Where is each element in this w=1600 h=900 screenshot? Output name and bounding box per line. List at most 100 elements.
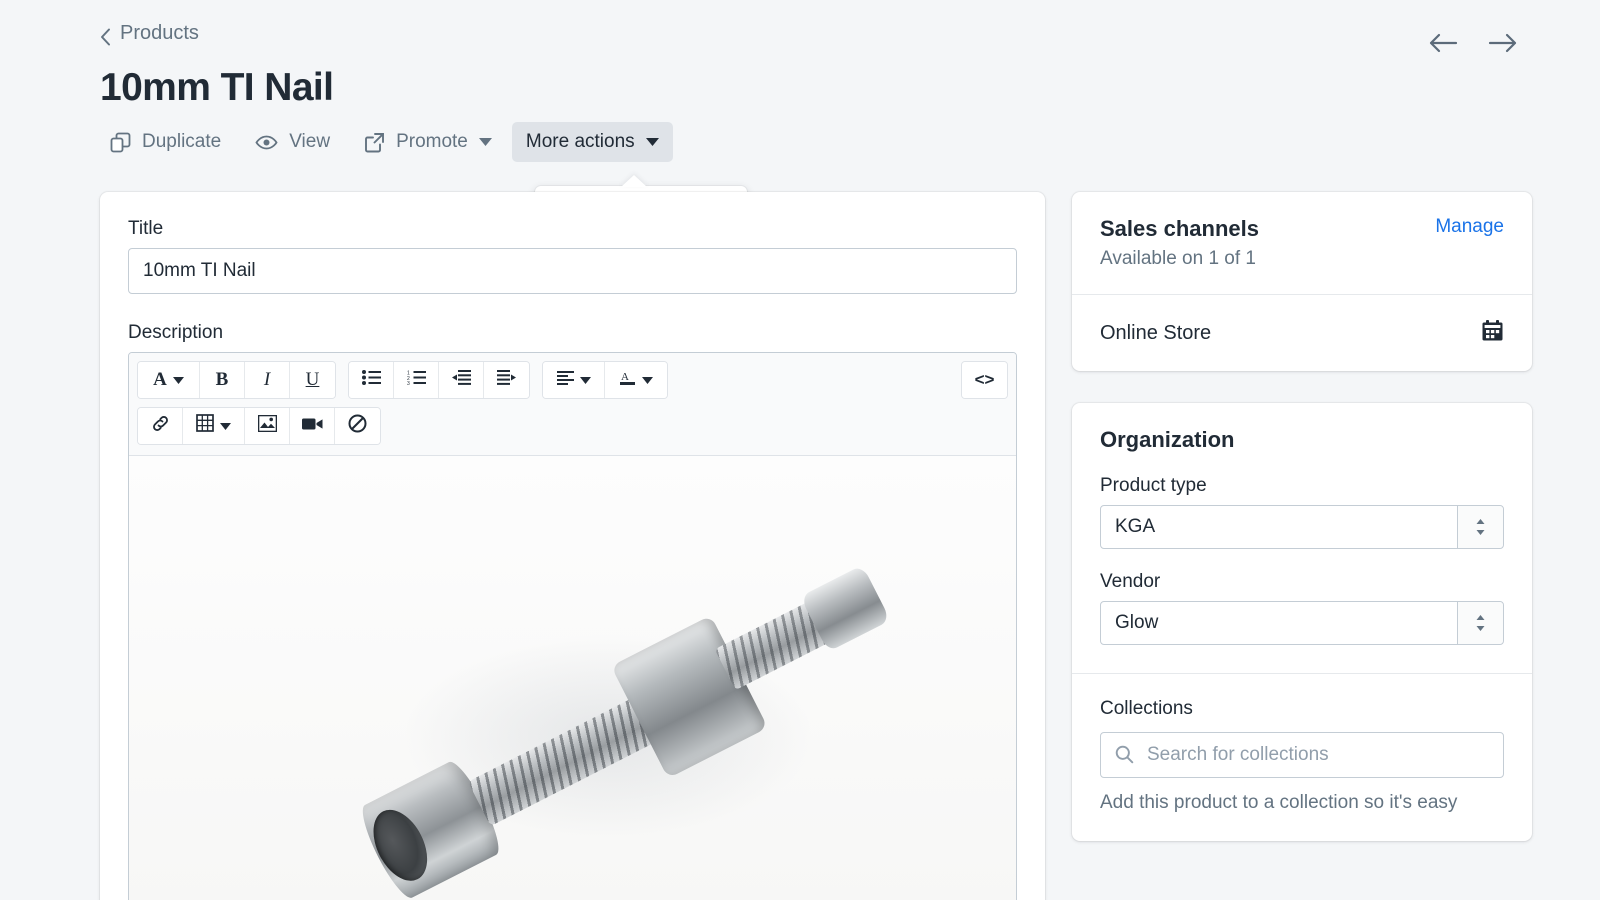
editor-toolbar-row-2 xyxy=(129,407,1016,456)
editor-toolbar-row-1: A B I U xyxy=(129,353,1016,407)
insert-group xyxy=(137,407,381,445)
font-format-glyph: A xyxy=(153,369,167,391)
sidebar-column: Sales channels Manage Available on 1 of … xyxy=(1072,192,1532,873)
arrow-right-icon xyxy=(1488,31,1518,60)
ban-icon xyxy=(348,414,367,439)
bolt-bore xyxy=(363,801,438,890)
product-type-label: Product type xyxy=(1100,475,1504,497)
product-image xyxy=(129,456,1016,900)
product-image-illustration xyxy=(295,456,944,900)
video-button[interactable] xyxy=(290,408,335,444)
chevron-left-icon xyxy=(100,28,111,39)
numbered-list-button[interactable]: 123 xyxy=(394,362,439,398)
image-icon xyxy=(258,415,277,438)
link-button[interactable] xyxy=(138,408,183,444)
sales-channels-availability: Available on 1 of 1 xyxy=(1100,248,1504,270)
link-icon xyxy=(151,414,170,439)
chevron-down-icon xyxy=(580,369,591,391)
promote-button[interactable]: Promote xyxy=(350,122,506,162)
collections-search-input[interactable] xyxy=(1100,732,1504,778)
next-record-button[interactable] xyxy=(1486,28,1520,62)
more-actions-button[interactable]: More actions xyxy=(512,122,673,162)
outdent-button[interactable] xyxy=(439,362,484,398)
code-view-label: <> xyxy=(975,370,995,390)
italic-button[interactable]: I xyxy=(245,362,290,398)
underline-glyph: U xyxy=(306,369,320,391)
chevron-down-icon xyxy=(220,415,231,437)
manage-link[interactable]: Manage xyxy=(1435,216,1504,238)
online-store-section: Online Store xyxy=(1072,294,1532,371)
popover-arrow xyxy=(621,175,647,187)
title-field-label: Title xyxy=(128,218,1017,240)
arrow-left-icon xyxy=(1428,31,1458,60)
chevron-down-icon xyxy=(646,138,659,147)
duplicate-button[interactable]: Duplicate xyxy=(96,122,235,162)
promote-label: Promote xyxy=(396,131,468,153)
description-editor: A B I U xyxy=(128,352,1017,900)
view-label: View xyxy=(289,131,330,153)
online-store-label: Online Store xyxy=(1100,322,1211,345)
indent-button[interactable] xyxy=(484,362,529,398)
chevron-down-icon xyxy=(479,138,492,147)
indent-icon xyxy=(497,369,516,391)
align-color-group: A xyxy=(542,361,668,399)
numbered-list-icon: 123 xyxy=(407,369,426,391)
code-view-button[interactable]: <> xyxy=(962,362,1007,398)
collections-section: Collections Add this product to a collec… xyxy=(1072,673,1532,841)
sales-channels-title: Sales channels xyxy=(1100,216,1259,242)
product-details-card: Title Description A B I U xyxy=(100,192,1045,900)
more-actions-label: More actions xyxy=(526,131,635,153)
clear-formatting-button[interactable] xyxy=(335,408,380,444)
description-content-area[interactable] xyxy=(129,456,1016,900)
search-icon xyxy=(1115,745,1134,769)
bulleted-list-button[interactable] xyxy=(349,362,394,398)
vendor-select[interactable]: Glow xyxy=(1100,601,1504,645)
product-type-value: KGA xyxy=(1115,516,1155,538)
previous-record-button[interactable] xyxy=(1426,28,1460,62)
bold-button[interactable]: B xyxy=(200,362,245,398)
stepper-icon[interactable] xyxy=(1457,506,1503,548)
svg-text:3: 3 xyxy=(407,381,410,385)
image-button[interactable] xyxy=(245,408,290,444)
code-view-group: <> xyxy=(961,361,1008,399)
text-color-button[interactable]: A xyxy=(605,362,667,398)
record-navigation xyxy=(1426,28,1520,62)
sales-channels-header-section: Sales channels Manage Available on 1 of … xyxy=(1072,192,1532,294)
italic-glyph: I xyxy=(264,369,270,391)
page-title: 10mm TI Nail xyxy=(100,67,1520,109)
breadcrumb-products[interactable]: Products xyxy=(100,22,199,45)
duplicate-label: Duplicate xyxy=(142,131,221,153)
chevron-down-icon xyxy=(173,369,184,391)
action-bar: Duplicate View Promote More actions xyxy=(96,122,673,162)
align-button[interactable] xyxy=(543,362,605,398)
video-icon xyxy=(302,415,323,437)
eye-icon xyxy=(255,132,278,153)
product-type-select[interactable]: KGA xyxy=(1100,505,1504,549)
organization-title: Organization xyxy=(1100,427,1504,453)
calendar-icon[interactable] xyxy=(1481,319,1504,347)
bold-glyph: B xyxy=(216,369,229,391)
view-button[interactable]: View xyxy=(241,122,344,162)
font-format-button[interactable]: A xyxy=(138,362,200,398)
text-format-group: A B I U xyxy=(137,361,336,399)
list-indent-group: 123 xyxy=(348,361,530,399)
align-left-icon xyxy=(557,369,574,391)
vendor-value: Glow xyxy=(1115,612,1158,634)
duplicate-icon xyxy=(110,132,131,153)
title-input[interactable] xyxy=(128,248,1017,294)
underline-button[interactable]: U xyxy=(290,362,335,398)
sales-channels-card: Sales channels Manage Available on 1 of … xyxy=(1072,192,1532,371)
bulleted-list-icon xyxy=(362,369,381,391)
stepper-icon[interactable] xyxy=(1457,602,1503,644)
organization-card: Organization Product type KGA Vendor Glo… xyxy=(1072,403,1532,841)
product-detail-page: Products 10mm TI Nail Duplicate xyxy=(0,0,1600,900)
text-color-icon: A xyxy=(619,369,636,391)
external-link-icon xyxy=(364,132,385,153)
breadcrumb-label: Products xyxy=(120,22,199,45)
collections-label: Collections xyxy=(1100,698,1504,720)
outdent-icon xyxy=(452,369,471,391)
svg-text:A: A xyxy=(621,371,629,383)
collections-help-text: Add this product to a collection so it's… xyxy=(1100,790,1504,817)
vendor-label: Vendor xyxy=(1100,571,1504,593)
table-button[interactable] xyxy=(183,408,245,444)
